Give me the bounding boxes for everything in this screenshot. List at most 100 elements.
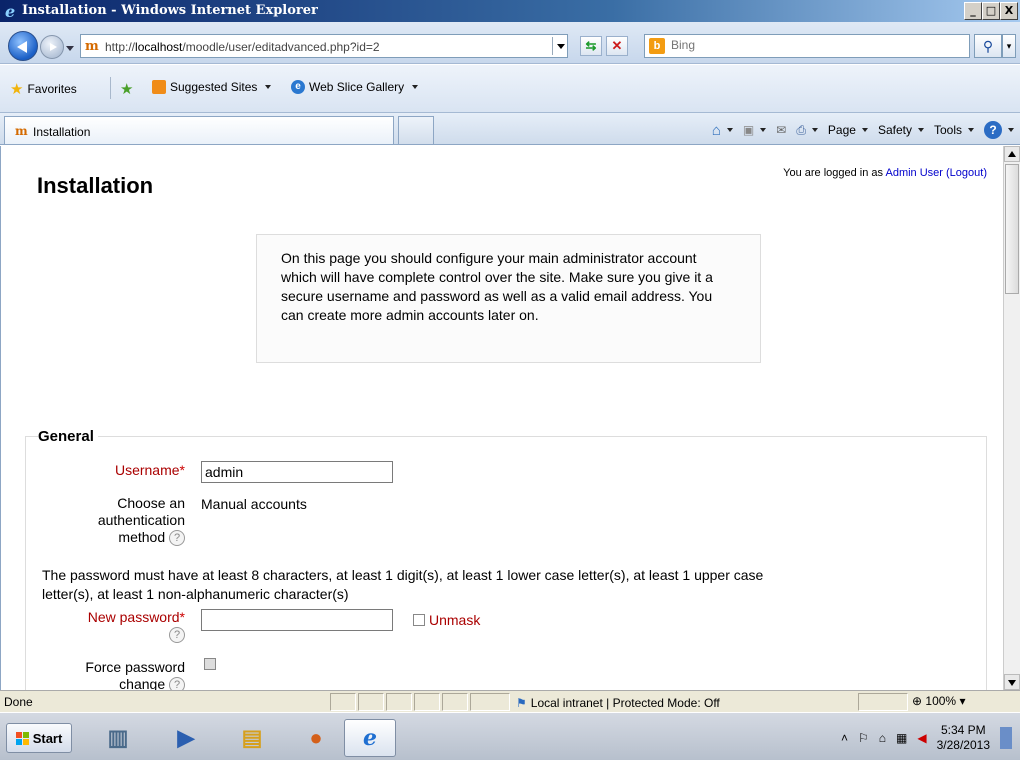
show-hidden-icons-icon[interactable]: ˄ xyxy=(841,731,848,745)
search-options-dropdown-icon[interactable]: ▾ xyxy=(1002,34,1016,58)
explorer-folder-icon[interactable]: ▤ xyxy=(226,719,278,757)
zoom-level[interactable]: ⊕ 100% ▾ xyxy=(912,694,965,708)
search-button[interactable]: ⚲ xyxy=(974,34,1002,58)
internet-explorer-taskbar-icon[interactable]: e xyxy=(344,719,396,757)
address-bar[interactable]: m http://localhost/moodle/user/editadvan… xyxy=(80,34,568,58)
page-title: Installation xyxy=(37,173,154,198)
chevron-down-icon xyxy=(1008,128,1014,132)
feeds-button[interactable]: ▣ xyxy=(742,123,767,137)
home-icon: ⌂ xyxy=(711,121,721,139)
chevron-down-icon xyxy=(917,128,924,132)
windows-logo-icon xyxy=(15,731,29,745)
show-desktop-button[interactable] xyxy=(1000,727,1012,749)
add-to-favorites-bar-button[interactable]: ★ xyxy=(120,80,133,98)
help-icon[interactable]: ? xyxy=(169,677,185,690)
rss-feed-icon: ▣ xyxy=(742,123,755,137)
suggested-sites-link[interactable]: Suggested Sites xyxy=(152,80,272,94)
chevron-down-icon xyxy=(726,128,733,132)
chevron-down-icon xyxy=(811,128,818,132)
general-section-legend[interactable]: General xyxy=(38,428,98,445)
scroll-thumb[interactable] xyxy=(1005,164,1019,294)
usb-device-icon[interactable]: ⌂ xyxy=(879,731,886,745)
status-panel xyxy=(470,693,510,711)
moodle-favicon-icon: m xyxy=(85,39,99,54)
volume-muted-icon[interactable]: ◀ xyxy=(917,731,926,745)
print-button[interactable]: ⎙ xyxy=(796,123,818,138)
force-password-change-label: Force password change ? xyxy=(61,659,185,690)
force-password-change-checkbox[interactable] xyxy=(204,658,216,670)
ie-page-icon: e xyxy=(291,80,305,94)
address-dropdown-icon[interactable] xyxy=(552,37,568,55)
server-manager-icon[interactable]: ▥ xyxy=(92,719,144,757)
safety-menu-button[interactable]: Safety xyxy=(878,123,924,137)
new-password-label: New password*? xyxy=(87,609,185,644)
start-button[interactable]: Start xyxy=(6,723,72,753)
add-ons-panel[interactable] xyxy=(858,693,908,711)
recent-pages-dropdown-icon[interactable] xyxy=(66,46,74,51)
info-box: On this page you should configure your m… xyxy=(256,234,761,363)
new-tab-button[interactable] xyxy=(398,116,434,144)
auth-method-value: Manual accounts xyxy=(201,496,307,512)
status-text: Done xyxy=(4,695,33,709)
add-favorite-icon: ★ xyxy=(120,81,134,98)
page-menu-button[interactable]: Page xyxy=(828,123,868,137)
flag-icon[interactable]: ⚐ xyxy=(858,731,869,745)
logout-link[interactable]: (Logout) xyxy=(946,167,987,179)
password-policy-note: The password must have at least 8 charac… xyxy=(42,567,764,602)
tab-installation[interactable]: m Installation xyxy=(4,116,394,144)
help-menu-button[interactable]: ? xyxy=(984,121,1014,139)
read-mail-button[interactable]: ✉ xyxy=(776,123,786,137)
bing-logo-icon: b xyxy=(649,38,665,54)
powershell-icon[interactable]: ▶ xyxy=(160,719,212,757)
status-panel xyxy=(330,693,356,711)
new-password-input[interactable] xyxy=(201,609,393,631)
system-tray: ˄ ⚐ ⌂ ▦ ◀ 5:34 PM 3/28/2013 xyxy=(841,719,1020,757)
help-icon: ? xyxy=(984,121,1002,139)
web-slice-gallery-link[interactable]: e Web Slice Gallery xyxy=(291,80,419,94)
address-url[interactable]: http://localhost/moodle/user/editadvance… xyxy=(105,40,380,54)
address-toolbar: m http://localhost/moodle/user/editadvan… xyxy=(0,22,1020,64)
status-panel xyxy=(414,693,440,711)
vertical-scrollbar[interactable] xyxy=(1003,146,1020,690)
favorites-button[interactable]: ★ Favorites xyxy=(10,80,77,98)
unmask-checkbox[interactable] xyxy=(413,614,425,626)
favorites-separator xyxy=(110,77,111,99)
favorites-label: Favorites xyxy=(27,82,77,96)
page-viewport: Installation You are logged in as Admin … xyxy=(0,146,1003,690)
download-app-icon[interactable]: ● xyxy=(290,719,342,757)
tab-label: Installation xyxy=(33,125,91,139)
search-input[interactable] xyxy=(671,38,961,52)
auth-method-label: Choose an authentication method ? xyxy=(97,495,185,547)
maximize-button[interactable]: □ xyxy=(982,2,1000,20)
stop-button[interactable]: ✕ xyxy=(606,36,628,56)
refresh-button[interactable]: ⇆ xyxy=(580,36,602,56)
close-button[interactable]: X xyxy=(1000,2,1018,20)
unmask-label: Unmask xyxy=(429,612,481,628)
status-panel xyxy=(358,693,384,711)
network-icon[interactable]: ▦ xyxy=(896,731,907,745)
status-panel xyxy=(386,693,412,711)
mail-icon: ✉ xyxy=(776,123,787,137)
home-button[interactable]: ⌂ xyxy=(712,122,733,139)
moodle-favicon-icon: m xyxy=(15,124,28,138)
tools-menu-button[interactable]: Tools xyxy=(934,123,974,137)
scroll-up-button[interactable] xyxy=(1004,146,1020,162)
favorites-bar: ★ Favorites ★ Suggested Sites e Web Slic… xyxy=(0,65,1020,113)
scroll-down-button[interactable] xyxy=(1004,674,1020,690)
printer-icon: ⎙ xyxy=(796,122,806,137)
status-panel xyxy=(442,693,468,711)
chevron-down-icon xyxy=(861,128,868,132)
command-buttons: ⌂ ▣ ✉ ⎙ Page Safety Tools ? xyxy=(712,121,1014,139)
window-title: Installation - Windows Internet Explorer xyxy=(22,3,318,18)
help-icon[interactable]: ? xyxy=(169,530,185,547)
forward-button[interactable] xyxy=(40,35,64,59)
search-box[interactable]: b xyxy=(644,34,970,58)
admin-user-link[interactable]: Admin User xyxy=(885,167,942,179)
svg-text:e: e xyxy=(5,3,15,19)
clock[interactable]: 5:34 PM 3/28/2013 xyxy=(937,723,990,753)
minimize-button[interactable]: _ xyxy=(964,2,982,20)
help-icon[interactable]: ? xyxy=(169,627,185,644)
username-input[interactable] xyxy=(201,461,393,483)
security-zone[interactable]: ⚑ Local intranet | Protected Mode: Off xyxy=(512,693,724,711)
back-button[interactable] xyxy=(8,31,38,61)
